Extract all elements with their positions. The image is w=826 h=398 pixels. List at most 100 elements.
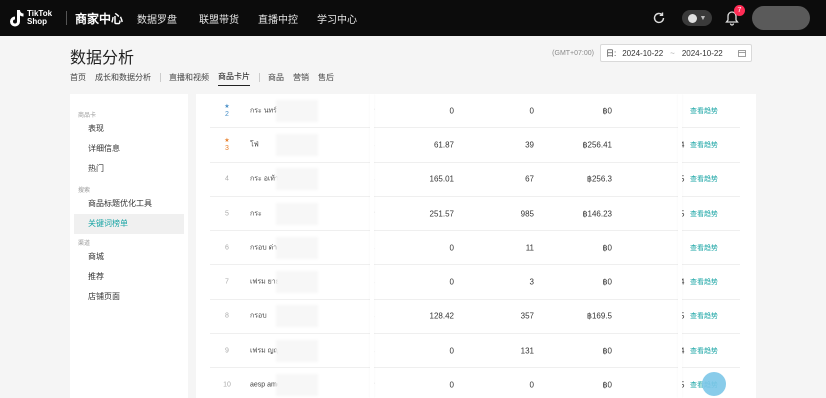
gmv-cell: ฿169.5 xyxy=(586,311,612,321)
page-title: 数据分析 xyxy=(70,50,135,67)
metric-cell-2: 985 xyxy=(520,209,534,219)
view-trend-link[interactable]: 查看趋势 xyxy=(690,106,718,116)
chat-status-toggle[interactable]: ▼ xyxy=(682,10,712,26)
refresh-icon[interactable] xyxy=(652,11,666,25)
metric-cell-2: 11 xyxy=(525,243,534,253)
sidebar-item-mall[interactable]: 商城 xyxy=(70,247,188,267)
rank-cell: ★ 2 xyxy=(222,104,232,118)
date-range-picker[interactable]: 日: 2024-10-22 ~ 2024-10-22 xyxy=(600,44,752,62)
date-range-bar: (GMT+07:00) 日: 2024-10-22 ~ 2024-10-22 xyxy=(552,44,752,62)
table-body: ★2กระ นทร์?00฿0查看趋势★3โฟ่361.8739฿256.414… xyxy=(210,94,740,398)
subnav-products[interactable]: 商品 xyxy=(268,72,284,86)
product-name-cell: กระ xyxy=(250,210,262,218)
table-row: 9เฟรม ญญู50131฿04查看趋势 xyxy=(210,334,740,369)
metric-cell-1: 0 xyxy=(449,106,454,116)
date-end: 2024-10-22 xyxy=(681,48,723,58)
subnav-home[interactable]: 首页 xyxy=(70,72,86,86)
metric-cell-2: 3 xyxy=(529,277,534,287)
timezone-label: (GMT+07:00) xyxy=(552,49,594,57)
sidebar-item-performance[interactable]: 表现 xyxy=(70,119,188,139)
product-name-cell: กระ นทร์ xyxy=(250,107,277,115)
topnav-item-learning-center[interactable]: 学习中心 xyxy=(317,11,357,26)
redacted-name-blur xyxy=(276,339,318,362)
topnav-item-affiliate[interactable]: 联盟带货 xyxy=(199,11,239,26)
table-row: 6กรอบ ด่างๆ3011฿0查看趋势 xyxy=(210,231,740,266)
metric-cell-2: 131 xyxy=(520,346,534,356)
account-avatar[interactable] xyxy=(752,6,810,30)
topnav-item-data-compass[interactable]: 数据罗盘 xyxy=(137,11,177,26)
sidebar-group-search: 搜索 xyxy=(78,188,91,194)
view-trend-link[interactable]: 查看趋势 xyxy=(690,243,718,253)
product-table: ★2กระ นทร์?00฿0查看趋势★3โฟ่361.8739฿256.414… xyxy=(196,94,756,398)
gmv-cell: ฿146.23 xyxy=(582,209,612,219)
table-row: 7เฟรม ยาย่303฿04查看趋势 xyxy=(210,265,740,300)
subnav-marketing[interactable]: 营销 xyxy=(293,72,309,86)
metric-cell-1: 0 xyxy=(449,380,454,390)
metric-cell-2: 67 xyxy=(525,174,534,184)
gmv-cell: ฿0 xyxy=(602,106,612,116)
gmv-cell: ฿256.41 xyxy=(582,140,612,150)
sidebar-item-hot[interactable]: 热门 xyxy=(70,159,188,179)
sidebar-item-recommend[interactable]: 推荐 xyxy=(70,267,188,287)
view-trend-link[interactable]: 查看趋势 xyxy=(690,209,718,219)
table-row: ★3โฟ่361.8739฿256.414查看趋势 xyxy=(210,128,740,163)
table-row: 5กระ?251.57985฿146.235查看趋势 xyxy=(210,197,740,232)
chat-icon xyxy=(687,13,697,23)
rank-cell: 10 xyxy=(222,382,232,389)
subnav-divider xyxy=(259,73,260,82)
sidebar-item-shop-page[interactable]: 店铺页面 xyxy=(70,287,188,307)
gmv-cell: ฿0 xyxy=(602,243,612,253)
gmv-cell: ฿0 xyxy=(602,380,612,390)
subnav-after-sales[interactable]: 售后 xyxy=(318,72,334,86)
rank-value: 10 xyxy=(223,381,231,389)
chevron-down-icon: ▼ xyxy=(699,14,707,22)
redacted-name-blur xyxy=(276,99,318,122)
redacted-name-blur xyxy=(276,305,318,328)
logo-text: TikTok Shop xyxy=(27,10,52,26)
floating-help-button[interactable] xyxy=(702,372,726,396)
metric-cell-1: 0 xyxy=(449,243,454,253)
sidebar-item-details[interactable]: 详细信息 xyxy=(70,139,188,159)
rank-value: 9 xyxy=(225,347,229,355)
product-name-cell: กรอบ xyxy=(250,312,267,320)
table-row: ★2กระ นทร์?00฿0查看趋势 xyxy=(210,94,740,129)
metric-cell-1: 61.87 xyxy=(433,140,454,150)
rank-cell: 8 xyxy=(222,313,232,320)
metric-cell-2: 0 xyxy=(529,380,534,390)
metric-cell-2: 39 xyxy=(525,140,534,150)
redacted-name-blur xyxy=(276,271,318,294)
top-nav: 数据罗盘 联盟带货 直播中控 学习中心 xyxy=(137,11,376,26)
gmv-cell: ฿0 xyxy=(602,346,612,356)
notifications-button[interactable]: 7 xyxy=(724,5,745,26)
redacted-name-blur xyxy=(276,374,318,397)
metric-cell-1: 251.57 xyxy=(429,209,454,219)
topnav-item-live-console[interactable]: 直播中控 xyxy=(258,11,298,26)
view-trend-link[interactable]: 查看趋势 xyxy=(690,140,718,150)
tiktok-shop-logo[interactable]: TikTok Shop xyxy=(8,9,60,27)
view-trend-link[interactable]: 查看趋势 xyxy=(690,346,718,356)
rank-cell: 7 xyxy=(222,279,232,286)
rank-value: 5 xyxy=(225,210,229,218)
top-bar: TikTok Shop 商家中心 数据罗盘 联盟带货 直播中控 学习中心 ▼ 7 xyxy=(0,0,826,36)
sidebar-item-title-optimizer[interactable]: 商品标题优化工具 xyxy=(70,194,188,214)
rank-star-icon: ★ xyxy=(224,137,230,144)
subnav-product-card[interactable]: 商品卡片 xyxy=(218,71,250,86)
view-trend-link[interactable]: 查看趋势 xyxy=(690,311,718,321)
column-divider xyxy=(678,94,682,398)
date-prefix: 日: xyxy=(606,48,617,58)
view-trend-link[interactable]: 查看趋势 xyxy=(690,277,718,287)
sub-nav: 首页 成长和数据分析 直播和视频 商品卡片 商品 营销 售后 xyxy=(70,71,343,86)
divider xyxy=(66,11,67,25)
rank-value: 8 xyxy=(225,312,229,320)
subnav-growth[interactable]: 成长和数据分析 xyxy=(95,72,151,86)
subnav-live-video[interactable]: 直播和视频 xyxy=(169,72,209,86)
redacted-name-blur xyxy=(276,168,318,191)
rank-value: 2 xyxy=(225,110,229,118)
table-row: 8กรอบ3128.42357฿169.55查看趋势 xyxy=(210,300,740,335)
view-trend-link[interactable]: 查看趋势 xyxy=(690,174,718,184)
brand-title[interactable]: 商家中心 xyxy=(75,10,123,27)
notification-badge: 7 xyxy=(734,5,745,16)
column-divider xyxy=(370,94,374,398)
sidebar-item-keyword-ranking[interactable]: 关键词榜单 xyxy=(74,214,184,234)
subnav-divider xyxy=(160,73,161,82)
